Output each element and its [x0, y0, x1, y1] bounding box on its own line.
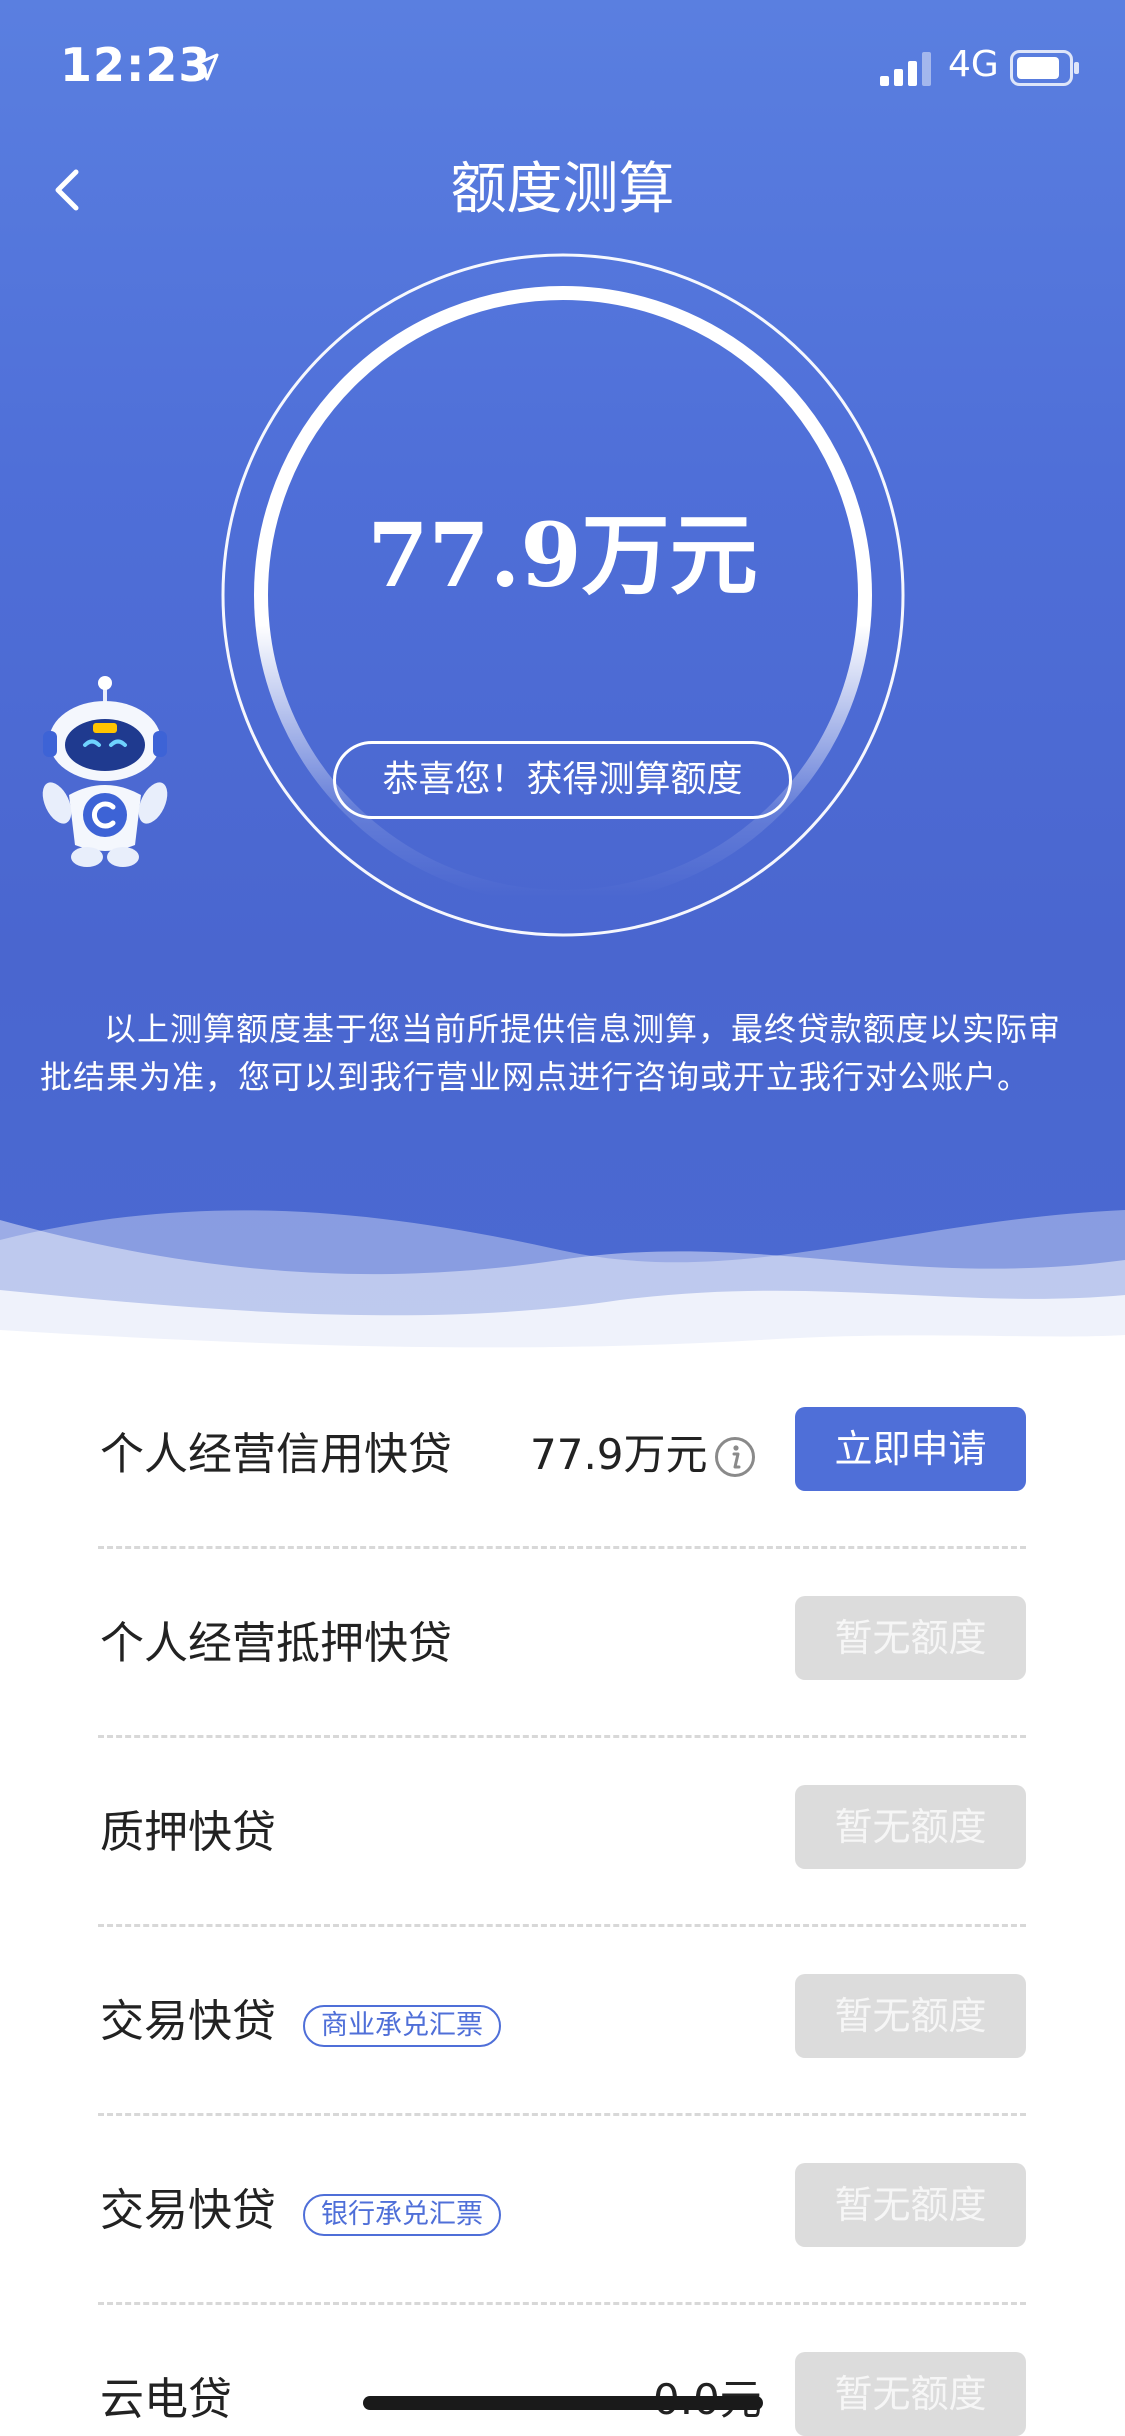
info-icon[interactable] [714, 1436, 756, 1478]
home-indicator[interactable] [363, 2396, 763, 2410]
robot-mascot-icon [42, 676, 168, 867]
status-time: 12:23 [60, 38, 212, 92]
product-row-personal-mortgage: 个人经营抵押快贷 暂无额度 [98, 1549, 1026, 1738]
apply-now-button[interactable]: 立即申请 [795, 1407, 1026, 1491]
product-row-trade-commercial: 交易快贷 商业承兑汇票 暂无额度 [98, 1927, 1026, 2116]
estimate-notice: 以上测算额度基于您当前所提供信息测算，最终贷款额度以实际审批结果为准，您可以到我… [40, 1010, 1062, 1096]
no-quota-button[interactable]: 暂无额度 [795, 2352, 1026, 2436]
product-name: 质押快贷 [100, 1807, 276, 1858]
product-name: 交易快贷 [100, 2185, 276, 2236]
product-name: 个人经营信用快贷 [100, 1429, 452, 1480]
hero-panel: 12:23 4G 额度测算 77.9万元 恭喜您！获得测算额度 以上测算额度基于… [0, 0, 1125, 1360]
product-name: 交易快贷 [100, 1996, 276, 2047]
no-quota-button[interactable]: 暂无额度 [795, 1785, 1026, 1869]
wave-decoration [0, 1210, 1125, 1360]
no-quota-button[interactable]: 暂无额度 [795, 2163, 1026, 2247]
product-row-pledge: 质押快贷 暂无额度 [98, 1738, 1026, 1927]
signal-strength-icon [880, 52, 931, 86]
product-row-personal-credit: 个人经营信用快贷 77.9万元 立即申请 [98, 1360, 1026, 1549]
product-row-trade-bank: 交易快贷 银行承兑汇票 暂无额度 [98, 2116, 1026, 2305]
no-quota-button[interactable]: 暂无额度 [795, 1596, 1026, 1680]
product-amount: 77.9万元 [530, 1430, 708, 1479]
product-name: 云电贷 [100, 2374, 232, 2425]
product-row-cloud-power: 云电贷 0.0元 暂无额度 [98, 2305, 1026, 2436]
page-title: 额度测算 [450, 157, 675, 222]
battery-icon [1010, 50, 1079, 86]
product-tag: 商业承兑汇票 [303, 2005, 501, 2047]
product-name: 个人经营抵押快贷 [100, 1618, 452, 1669]
product-tag: 银行承兑汇票 [303, 2194, 501, 2236]
network-type: 4G [948, 44, 999, 85]
location-arrow-icon [192, 53, 219, 81]
status-bar: 12:23 4G [0, 0, 1125, 140]
no-quota-button[interactable]: 暂无额度 [795, 1974, 1026, 2058]
congrats-badge: 恭喜您！获得测算额度 [333, 741, 792, 819]
estimated-amount: 77.9万元 [367, 503, 758, 607]
